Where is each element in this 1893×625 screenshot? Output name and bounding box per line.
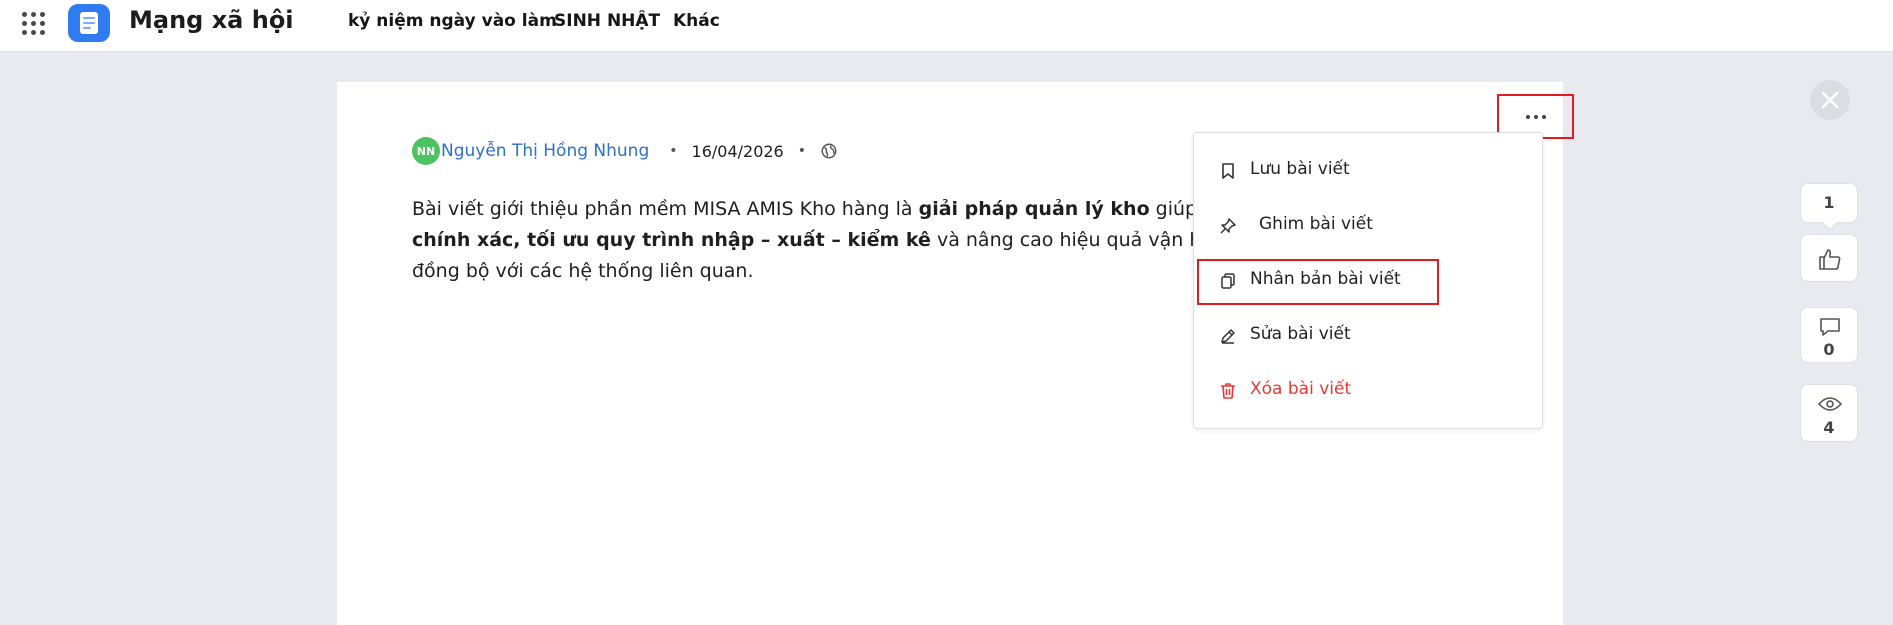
like-button[interactable] (1800, 234, 1858, 282)
menu-item-label: Xóa bài viết (1250, 379, 1352, 399)
views-indicator: 4 (1800, 384, 1858, 442)
comment-count: 0 (1823, 340, 1835, 359)
thumbs-up-icon (1819, 249, 1841, 270)
nav-tab-birthday[interactable]: SINH NHẬT (554, 11, 660, 31)
post-body: Bài viết giới thiệu phần mềm MISA AMIS K… (412, 194, 1286, 287)
post-date: 16/04/2026 (691, 141, 784, 161)
eye-icon (1817, 397, 1843, 411)
menu-item-delete-post[interactable]: Xóa bài viết (1194, 369, 1542, 413)
avatar[interactable]: NN (412, 137, 440, 165)
pencil-icon (1221, 329, 1235, 344)
top-bar: Mạng xã hội kỷ niệm ngày vào làm SINH NH… (0, 0, 1893, 52)
post-text-bold: giải pháp quản lý kho (918, 198, 1150, 220)
menu-item-edit-post[interactable]: Sửa bài viết (1194, 314, 1542, 358)
post-text: Bài viết giới thiệu phần mềm MISA AMIS K… (412, 198, 919, 220)
menu-item-label: Nhân bản bài viết (1250, 269, 1401, 289)
app-logo-icon (68, 4, 110, 42)
apps-grid-icon[interactable] (22, 12, 46, 36)
like-count-bubble: 1 (1800, 183, 1858, 231)
comment-button[interactable]: 0 (1800, 307, 1858, 363)
close-icon (1821, 91, 1839, 109)
close-button[interactable] (1810, 80, 1850, 120)
pin-icon (1220, 218, 1236, 234)
post-body-line: chính xác, tối ưu quy trình nhập – xuất … (412, 225, 1286, 256)
author-name-link[interactable]: Nguyễn Thị Hồng Nhung (441, 141, 649, 161)
menu-item-label: Ghim bài viết (1259, 214, 1373, 234)
menu-item-label: Sửa bài viết (1250, 324, 1351, 344)
comment-icon (1820, 318, 1840, 336)
post-options-menu: Lưu bài viết Ghim bài viết Nhân bản bài … (1193, 132, 1543, 429)
more-dot-icon (1542, 115, 1546, 119)
nav-tab-anniversary[interactable]: kỷ niệm ngày vào làm (348, 11, 557, 31)
post-body-line: đồng bộ với các hệ thống liên quan. (412, 260, 754, 282)
post-meta: NN Nguyễn Thị Hồng Nhung • 16/04/2026 • (412, 136, 838, 166)
more-dot-icon (1526, 115, 1530, 119)
separator-dot: • (669, 143, 678, 159)
post-text-bold: chính xác, tối ưu quy trình nhập – xuất … (412, 229, 931, 251)
globe-icon (821, 143, 837, 159)
more-dot-icon (1534, 115, 1538, 119)
nav-tab-other[interactable]: Khác (673, 11, 720, 31)
like-count: 1 (1823, 193, 1835, 212)
menu-item-label: Lưu bài viết (1250, 159, 1350, 179)
trash-icon (1221, 383, 1235, 399)
separator-dot: • (797, 143, 806, 159)
post-body-line: Bài viết giới thiệu phần mềm MISA AMIS K… (412, 194, 1251, 225)
app-title: Mạng xã hội (129, 6, 294, 34)
menu-item-save-post[interactable]: Lưu bài viết (1194, 149, 1542, 193)
view-count: 4 (1823, 418, 1835, 437)
duplicate-icon (1221, 273, 1235, 289)
menu-item-duplicate-post[interactable]: Nhân bản bài viết (1194, 259, 1542, 303)
menu-item-pin-post[interactable]: Ghim bài viết (1194, 204, 1542, 248)
bookmark-icon (1222, 163, 1234, 179)
